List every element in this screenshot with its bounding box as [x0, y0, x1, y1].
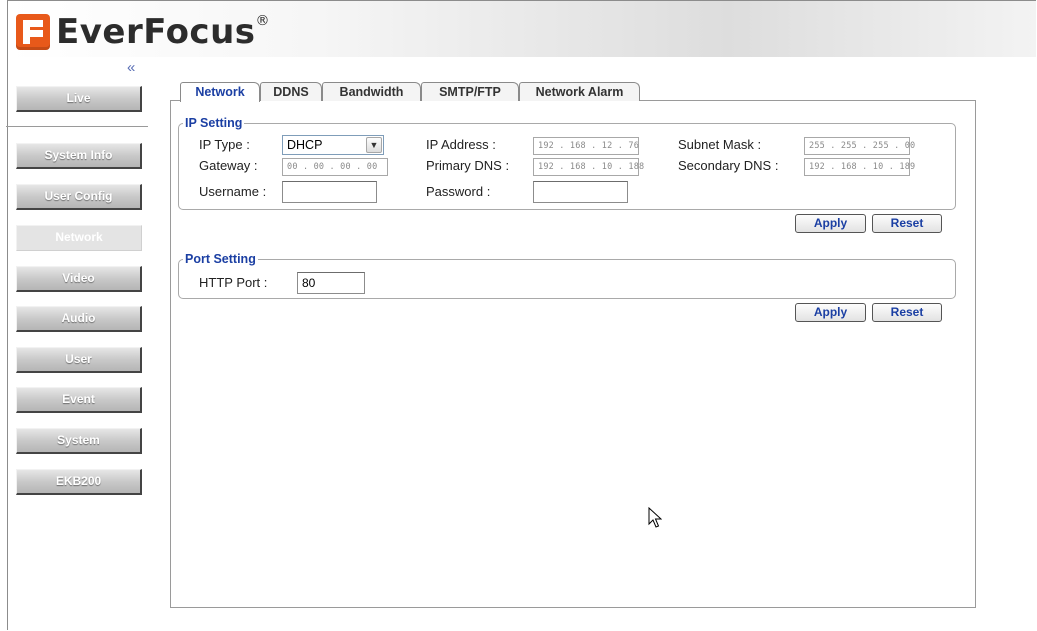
chevron-down-icon[interactable]: ▼ [366, 137, 382, 153]
sidebar-item-video[interactable]: Video [16, 266, 142, 292]
ip-type-select[interactable]: DHCP ▼ [282, 135, 384, 155]
port-setting-legend: Port Setting [185, 252, 256, 266]
username-label: Username : [199, 184, 267, 199]
primary-dns-field[interactable]: 192 . 168 . 10 . 188 [533, 158, 644, 176]
password-input[interactable] [533, 181, 628, 203]
http-port-label: HTTP Port : [199, 275, 268, 290]
secondary-dns-field[interactable]: 192 . 168 . 10 . 189 [804, 158, 915, 176]
ip-address-field[interactable]: 192 . 168 . 12 . 76 [533, 137, 639, 155]
ip-address-label: IP Address : [426, 137, 496, 152]
port-setting-group: Port Setting [178, 253, 956, 299]
ip-setting-legend: IP Setting [185, 116, 243, 130]
sidebar-divider [6, 126, 148, 127]
sidebar-item-system-info[interactable]: System Info [16, 143, 142, 169]
port-reset-button[interactable]: Reset [872, 303, 942, 322]
mouse-pointer-icon [648, 507, 662, 528]
logo-text: EverFocus® [56, 12, 270, 52]
gateway-label: Gateway : [199, 158, 258, 173]
username-input[interactable] [282, 181, 377, 203]
subnet-mask-field[interactable]: 255 . 255 . 255 . 00 [804, 137, 915, 155]
sidebar-item-user-config[interactable]: User Config [16, 184, 142, 210]
port-apply-button[interactable]: Apply [795, 303, 866, 322]
tab-network[interactable]: Network [180, 82, 260, 102]
sidebar-item-live[interactable]: Live [16, 86, 142, 112]
ip-reset-button[interactable]: Reset [872, 214, 942, 233]
sidebar-item-event[interactable]: Event [16, 387, 142, 413]
ip-type-label: IP Type : [199, 137, 250, 152]
ip-apply-button[interactable]: Apply [795, 214, 866, 233]
tab-network-alarm[interactable]: Network Alarm [519, 82, 640, 101]
gateway-field[interactable]: 00 . 00 . 00 . 00 [282, 158, 388, 176]
registered-mark: ® [255, 13, 271, 29]
collapse-sidebar-button[interactable]: « [127, 60, 135, 75]
sidebar-item-system[interactable]: System [16, 428, 142, 454]
tab-bandwidth[interactable]: Bandwidth [322, 82, 421, 101]
http-port-input[interactable] [297, 272, 365, 294]
password-label: Password : [426, 184, 491, 199]
subnet-mask-label: Subnet Mask : [678, 137, 762, 152]
logo-wordmark: EverFocus [56, 12, 256, 52]
tab-ddns[interactable]: DDNS [260, 82, 322, 101]
sidebar-item-ekb200[interactable]: EKB200 [16, 469, 142, 495]
secondary-dns-label: Secondary DNS : [678, 158, 779, 173]
ip-type-value: DHCP [287, 138, 323, 152]
sidebar-item-user[interactable]: User [16, 347, 142, 373]
sidebar-item-network[interactable]: Network [16, 225, 142, 251]
everfocus-logo: EverFocus® [16, 12, 270, 52]
sidebar-item-audio[interactable]: Audio [16, 306, 142, 332]
primary-dns-label: Primary DNS : [426, 158, 510, 173]
tab-smtp-ftp[interactable]: SMTP/FTP [421, 82, 519, 101]
logo-mark-icon [16, 14, 50, 50]
